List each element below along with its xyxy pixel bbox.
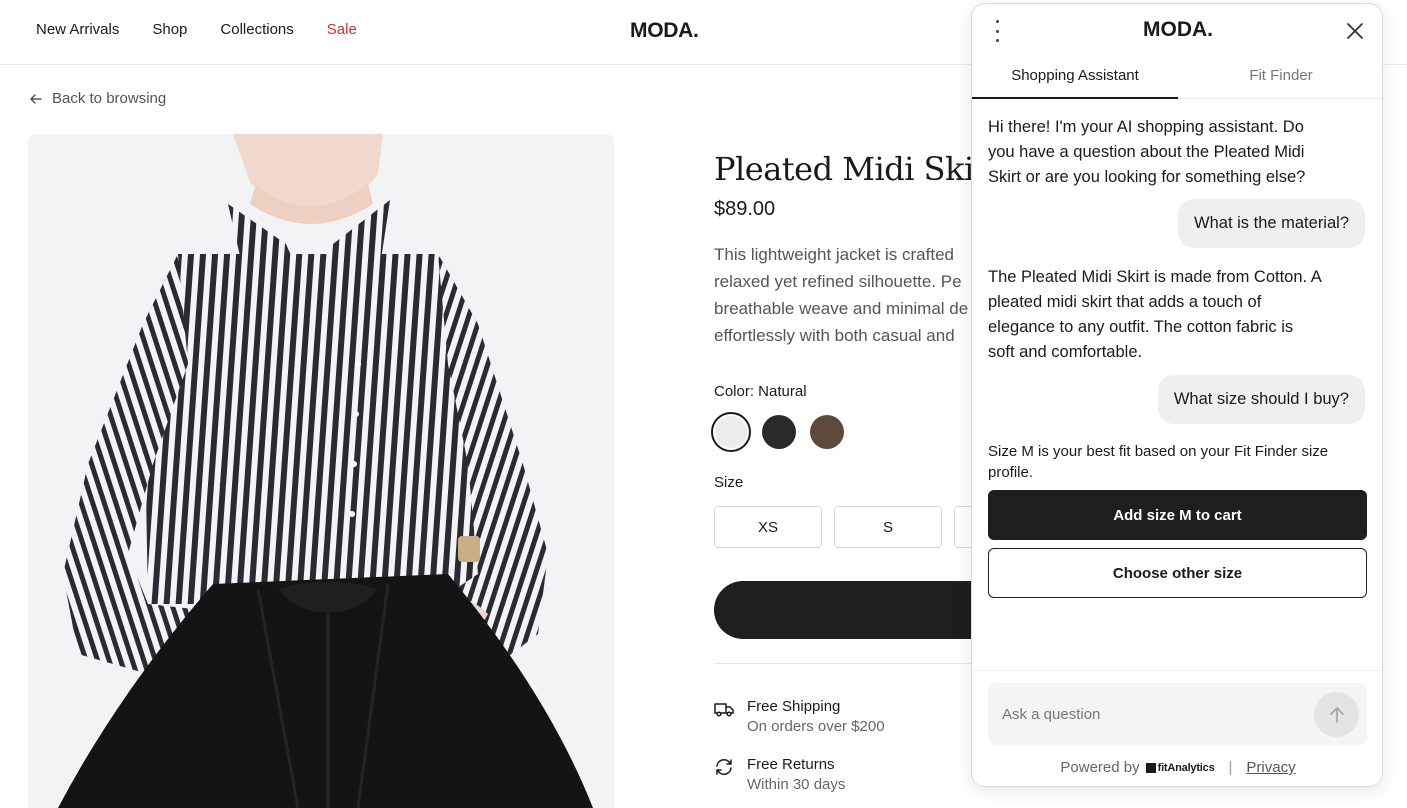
chat-logo: MODA. <box>1143 18 1213 41</box>
site-logo[interactable]: MODA. <box>630 19 699 43</box>
perk-free-shipping: Free Shipping On orders over $200 <box>714 697 885 737</box>
message-line: Hi there! I'm your AI shopping assistant… <box>988 118 1304 136</box>
swatch-dot <box>715 416 747 448</box>
main-nav: New Arrivals Shop Collections Sale <box>36 21 357 38</box>
nav-new-arrivals[interactable]: New Arrivals <box>36 21 119 38</box>
message-line: soft and comfortable. <box>988 343 1143 361</box>
color-swatch-black[interactable] <box>759 412 799 452</box>
color-label: Color: Natural <box>714 383 807 400</box>
powered-by-label: Powered by <box>1060 759 1140 776</box>
close-icon[interactable] <box>1344 20 1366 42</box>
color-swatches <box>711 412 847 452</box>
perk-title: Free Shipping <box>747 698 841 715</box>
nav-sale[interactable]: Sale <box>327 21 357 38</box>
privacy-link[interactable]: Privacy <box>1246 759 1295 776</box>
chat-tabs: Shopping Assistant Fit Finder <box>972 64 1382 99</box>
product-image <box>28 134 614 808</box>
perk-subtitle: On orders over $200 <box>747 718 885 735</box>
fitanalytics-logo-mark <box>1145 762 1156 773</box>
truck-icon <box>714 703 734 717</box>
back-link-label: Back to browsing <box>52 90 167 107</box>
tab-fit-finder[interactable]: Fit Finder <box>1178 64 1382 98</box>
perk-free-returns: Free Returns Within 30 days <box>714 755 845 795</box>
perk-subtitle: Within 30 days <box>747 776 846 793</box>
product-title: Pleated Midi Skirt <box>714 150 1001 188</box>
refresh-icon <box>716 759 732 775</box>
message-line: Skirt or are you looking for something e… <box>988 168 1306 186</box>
footer-separator: | <box>1228 759 1233 776</box>
assistant-message: Size M is your best fit based on your Fi… <box>988 443 1329 481</box>
assistant-message: The Pleated Midi Skirt is made from Cott… <box>988 265 1322 365</box>
arrow-up-icon <box>1329 706 1344 723</box>
add-size-to-cart-button[interactable]: Add size M to cart <box>988 490 1367 540</box>
chat-footer: Powered by fitAnalytics | Privacy <box>972 759 1382 776</box>
swatch-dot <box>762 415 796 449</box>
tab-shopping-assistant[interactable]: Shopping Assistant <box>972 64 1178 99</box>
assistant-message: Hi there! I'm your AI shopping assistant… <box>988 115 1305 190</box>
divider <box>972 670 1382 671</box>
product-price: $89.00 <box>714 198 776 220</box>
color-swatch-brown[interactable] <box>807 412 847 452</box>
back-to-browsing-link[interactable]: Back to browsing <box>28 90 166 107</box>
ask-question-input[interactable] <box>1002 683 1302 745</box>
chat-input-area <box>988 683 1367 745</box>
size-button-xs[interactable]: XS <box>714 506 822 548</box>
arrow-left-icon <box>30 93 42 104</box>
size-button-s[interactable]: S <box>834 506 942 548</box>
message-line: elegance to any outfit. The cotton fabri… <box>988 318 1294 336</box>
user-message: What is the material? <box>1178 199 1365 248</box>
message-line: pleated midi skirt that adds a touch of <box>988 293 1262 311</box>
nav-shop[interactable]: Shop <box>152 21 187 38</box>
message-line: The Pleated Midi Skirt is made from Cott… <box>988 268 1322 286</box>
fitanalytics-logo: fitAnalytics <box>1145 761 1215 774</box>
choose-other-size-button[interactable]: Choose other size <box>988 548 1367 598</box>
color-swatch-natural[interactable] <box>711 412 751 452</box>
size-label: Size <box>714 474 744 491</box>
message-line: you have a question about the Pleated Mi… <box>988 143 1305 161</box>
nav-collections[interactable]: Collections <box>220 21 293 38</box>
perk-title: Free Returns <box>747 756 835 773</box>
swatch-dot <box>810 415 844 449</box>
shopping-assistant-widget: MODA. Shopping Assistant Fit Finder Hi t… <box>971 3 1383 787</box>
fitanalytics-logo-text: fitAnalytics <box>1157 761 1215 774</box>
send-button[interactable] <box>1314 692 1359 737</box>
user-message: What size should I buy? <box>1157 375 1365 424</box>
